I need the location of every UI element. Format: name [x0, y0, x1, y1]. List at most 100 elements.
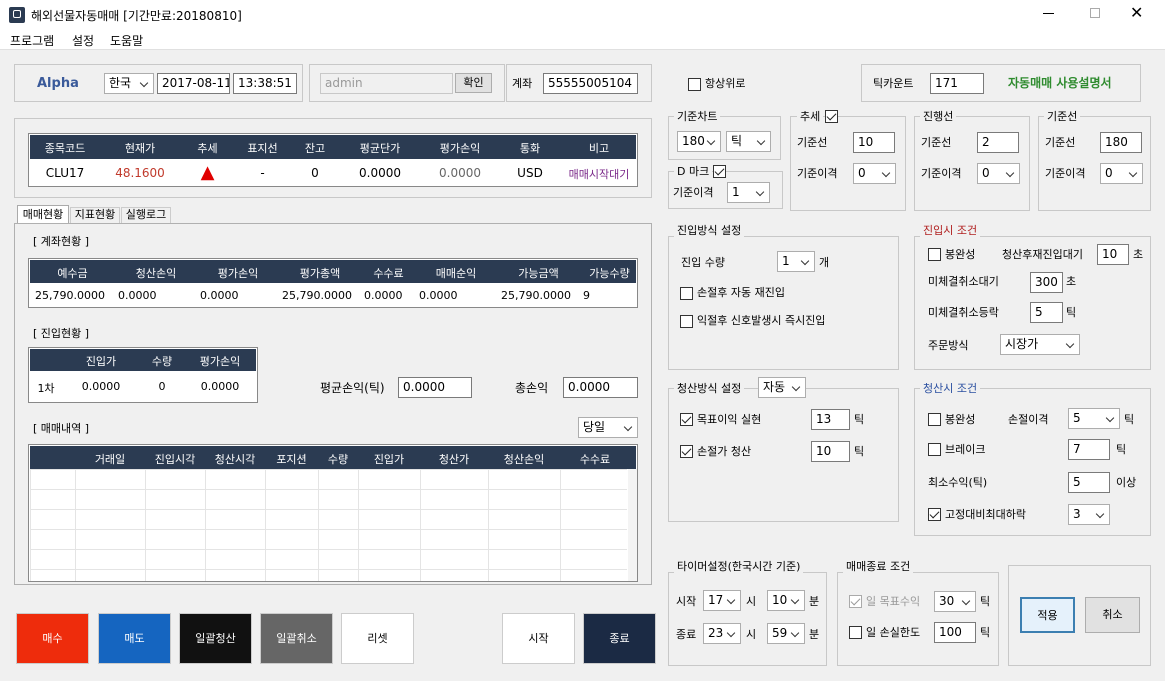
account-cell: 0.0000	[118, 289, 157, 302]
account-cell: 0.0000	[200, 289, 239, 302]
progress-base-field[interactable]: 2	[977, 132, 1019, 153]
tick-field: 171	[930, 73, 984, 94]
target-profit-field[interactable]: 13	[811, 409, 850, 430]
entry-header: 평가손익	[199, 355, 241, 368]
trend-base-label: 기준선	[797, 136, 828, 149]
quote-header: 비고	[588, 142, 610, 155]
date-field[interactable]: 2017-08-11	[157, 73, 230, 94]
menu-help[interactable]: 도움말	[110, 32, 143, 49]
trend-gap-select[interactable]: 0	[853, 163, 896, 184]
trade-scrollbar[interactable]	[628, 469, 637, 581]
minimize-icon[interactable]	[1043, 13, 1054, 14]
close-icon[interactable]: ✕	[1130, 4, 1143, 22]
daily-target-select[interactable]: 30	[934, 591, 976, 612]
country-select[interactable]: 한국	[104, 73, 154, 94]
user-field[interactable]: admin	[320, 73, 453, 94]
daily-target-checkbox[interactable]	[849, 595, 862, 608]
exit-gap-select[interactable]: 5	[1068, 408, 1120, 429]
timer-end-hour[interactable]: 23	[703, 623, 741, 644]
stop-button[interactable]: 종료	[583, 613, 656, 664]
tab-indicator-status[interactable]: 지표현황	[70, 207, 120, 223]
baseline-gap-select[interactable]: 0	[1100, 163, 1143, 184]
trade-filter-select[interactable]: 당일	[578, 417, 638, 438]
dmark-checkbox[interactable]	[713, 165, 726, 178]
start-button[interactable]: 시작	[502, 613, 575, 664]
brake-checkbox[interactable]	[928, 443, 941, 456]
entry-qty-unit: 개	[819, 256, 830, 269]
unfilled-rise-label: 미체결취소등락	[928, 306, 999, 319]
base-chart-title: 기준차트	[674, 110, 721, 123]
chart-unit-select[interactable]: 틱	[726, 131, 771, 152]
brake-field[interactable]: 7	[1068, 439, 1110, 460]
time-field[interactable]: 13:38:51	[233, 73, 297, 94]
entry-qty-select[interactable]: 1	[777, 251, 815, 272]
account-cell: 0.0000	[364, 289, 403, 302]
confirm-button[interactable]: 확인	[455, 73, 492, 93]
entry-header: 진입가	[85, 355, 117, 368]
target-profit-checkbox[interactable]	[680, 413, 693, 426]
fixed-drop-select[interactable]: 3	[1068, 504, 1110, 525]
avg-pl-label: 평균손익(틱)	[320, 381, 385, 395]
quote-note: 매매시작대기	[568, 168, 630, 181]
trade-history-table[interactable]: 거래일 진입시각 청산시각 포지션 수량 진입가 청산가 청산손익 수수료	[28, 444, 638, 582]
daily-loss-field[interactable]: 100	[934, 622, 976, 643]
timer-start-minute[interactable]: 10	[767, 590, 805, 611]
unfilled-rise-field[interactable]: 5	[1030, 302, 1063, 323]
account-header: 매매순익	[435, 267, 477, 280]
tab-trade-status[interactable]: 매매현황	[17, 205, 69, 224]
account-field[interactable]: 55555005104	[543, 73, 638, 94]
trend-base-field[interactable]: 10	[853, 132, 895, 153]
buy-button[interactable]: 매수	[16, 613, 89, 664]
timer-end-minute[interactable]: 59	[767, 623, 805, 644]
chart-period-select[interactable]: 180	[677, 131, 721, 152]
entry-bong-checkbox[interactable]	[928, 248, 941, 261]
entry-status-title: [ 진입현황 ]	[33, 327, 90, 340]
always-top-checkbox[interactable]	[688, 78, 701, 91]
manual-link[interactable]: 자동매매 사용설명서	[1008, 76, 1112, 90]
unfilled-wait-field[interactable]: 300	[1030, 272, 1063, 293]
trend-gap-label: 기준이격	[797, 167, 838, 180]
reentry-wait-field[interactable]: 10	[1097, 244, 1129, 265]
menu-settings[interactable]: 설정	[72, 32, 94, 49]
timer-start-hour-unit: 시	[746, 595, 757, 608]
trend-checkbox[interactable]	[825, 110, 838, 123]
exit-mode-select[interactable]: 자동	[758, 377, 806, 398]
reset-button[interactable]: 리셋	[341, 613, 414, 664]
brake-label: 브레이크	[945, 443, 986, 456]
tab-run-log[interactable]: 실행로그	[121, 207, 171, 223]
progress-gap-select[interactable]: 0	[977, 163, 1020, 184]
exit-bong-checkbox[interactable]	[928, 413, 941, 426]
stop-loss-checkbox[interactable]	[680, 445, 693, 458]
apply-button[interactable]: 적용	[1020, 597, 1075, 633]
fixed-drop-checkbox[interactable]	[928, 508, 941, 521]
quote-header: 종목코드	[44, 142, 86, 155]
order-type-label: 주문방식	[928, 339, 969, 352]
auto-reentry-checkbox[interactable]	[680, 287, 693, 300]
cancel-all-button[interactable]: 일괄취소	[260, 613, 333, 664]
maximize-icon[interactable]	[1090, 8, 1100, 18]
quote-table: 종목코드 현재가 추세 표지선 잔고 평균단가 평가손익 통화 비고 CLU17…	[28, 133, 638, 187]
quote-currency: USD	[517, 166, 543, 180]
menu-program[interactable]: 프로그램	[10, 32, 54, 49]
trend-title: 추세	[797, 110, 824, 123]
min-profit-field[interactable]: 5	[1068, 472, 1110, 493]
stop-loss-field[interactable]: 10	[811, 441, 850, 462]
liquidate-all-button[interactable]: 일괄청산	[179, 613, 252, 664]
entry-cell: 0.0000	[81, 380, 121, 393]
timer-start-hour[interactable]: 17	[703, 590, 741, 611]
dmark-gap-select[interactable]: 1	[727, 182, 770, 203]
unfilled-rise-unit: 틱	[1066, 306, 1077, 319]
sell-button[interactable]: 매도	[98, 613, 171, 664]
fixed-drop-label: 고정대비최대하락	[945, 508, 1026, 521]
daily-loss-unit: 틱	[980, 626, 991, 639]
instant-entry-checkbox[interactable]	[680, 315, 693, 328]
account-header: 평가총액	[299, 267, 341, 280]
order-type-select[interactable]: 시장가	[1000, 334, 1080, 355]
cancel-button[interactable]: 취소	[1085, 597, 1140, 633]
baseline-base-field[interactable]: 180	[1100, 132, 1142, 153]
avg-pl-field: 0.0000	[398, 377, 472, 398]
quote-symbol: CLU17	[45, 166, 85, 180]
account-header: 예수금	[57, 267, 88, 280]
daily-loss-checkbox[interactable]	[849, 626, 862, 639]
entry-method-title: 진입방식 설정	[674, 224, 745, 237]
